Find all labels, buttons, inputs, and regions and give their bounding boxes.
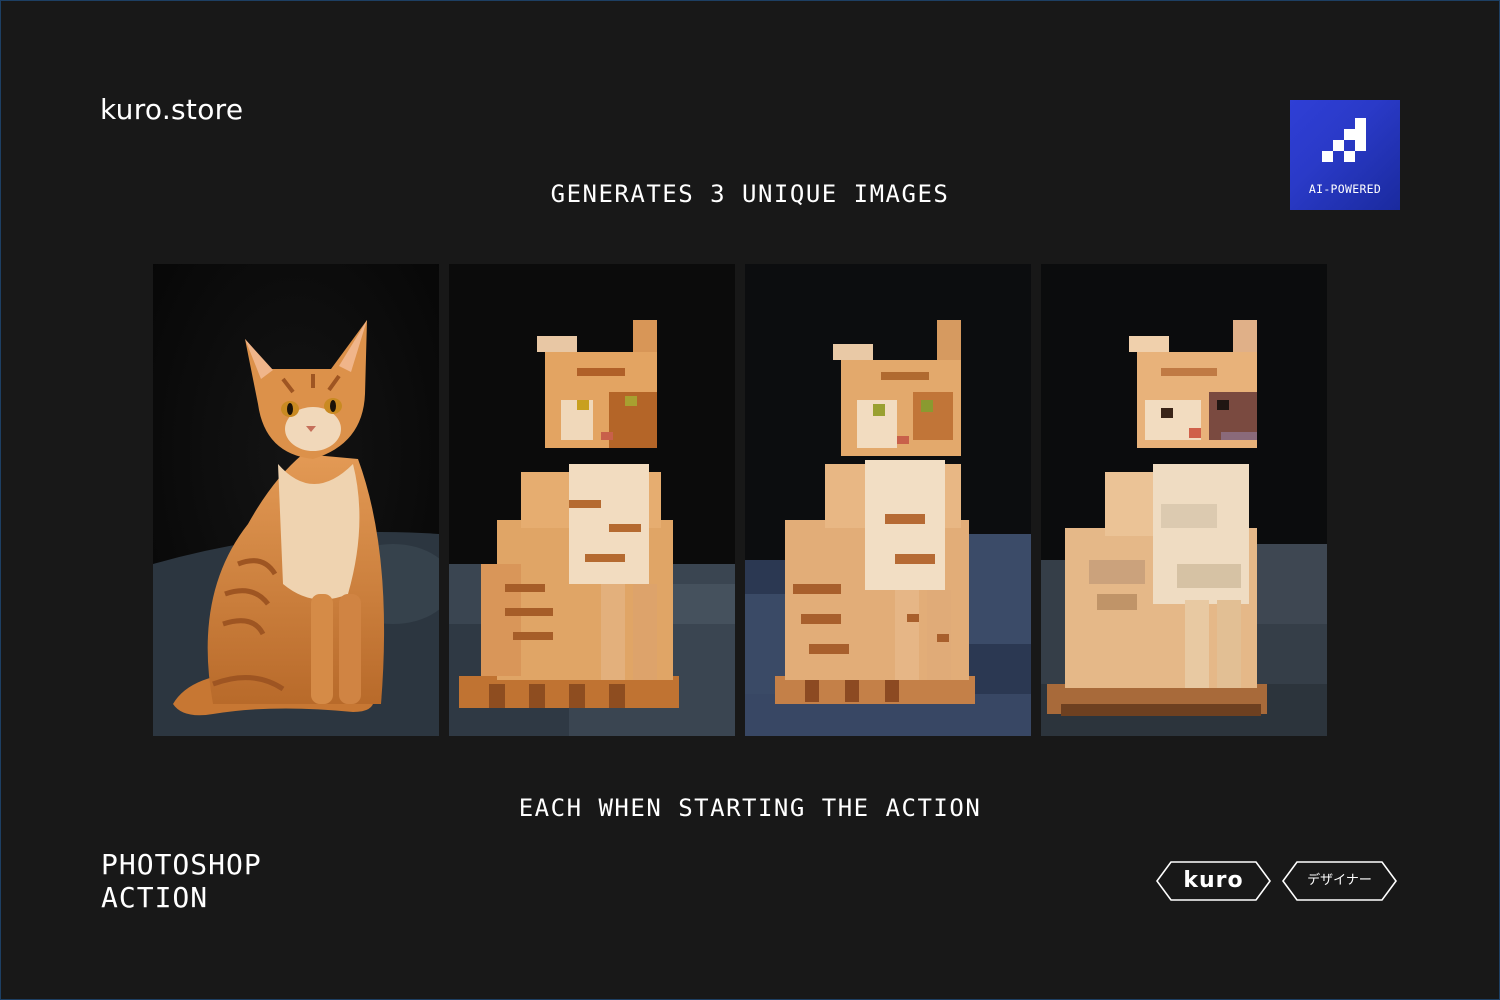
ai-powered-badge: AI-POWERED: [1290, 100, 1400, 210]
product-title: PHOTOSHOP ACTION: [101, 848, 262, 914]
badge-label: AI-POWERED: [1308, 182, 1382, 196]
designer-tag-label: デザイナー: [1307, 873, 1372, 888]
pixel-cat-variant-1: [449, 264, 735, 736]
kuro-tag-label: kuro: [1183, 868, 1244, 893]
headline-bottom: EACH WHEN STARTING THE ACTION: [518, 794, 982, 822]
image-gallery: [153, 264, 1327, 736]
pixel-staircase-icon: [1322, 118, 1366, 162]
kuro-tag[interactable]: kuro: [1155, 861, 1272, 901]
product-title-line1: PHOTOSHOP: [101, 848, 262, 881]
pixel-cat-variant-3: [1041, 264, 1327, 736]
headline-top: GENERATES 3 UNIQUE IMAGES: [550, 180, 950, 208]
brand-name[interactable]: kuro.store: [100, 93, 243, 126]
original-cat-photo: [153, 264, 439, 736]
designer-tag[interactable]: デザイナー: [1281, 861, 1398, 901]
product-title-line2: ACTION: [101, 881, 209, 914]
pixel-cat-variant-2: [745, 264, 1031, 736]
